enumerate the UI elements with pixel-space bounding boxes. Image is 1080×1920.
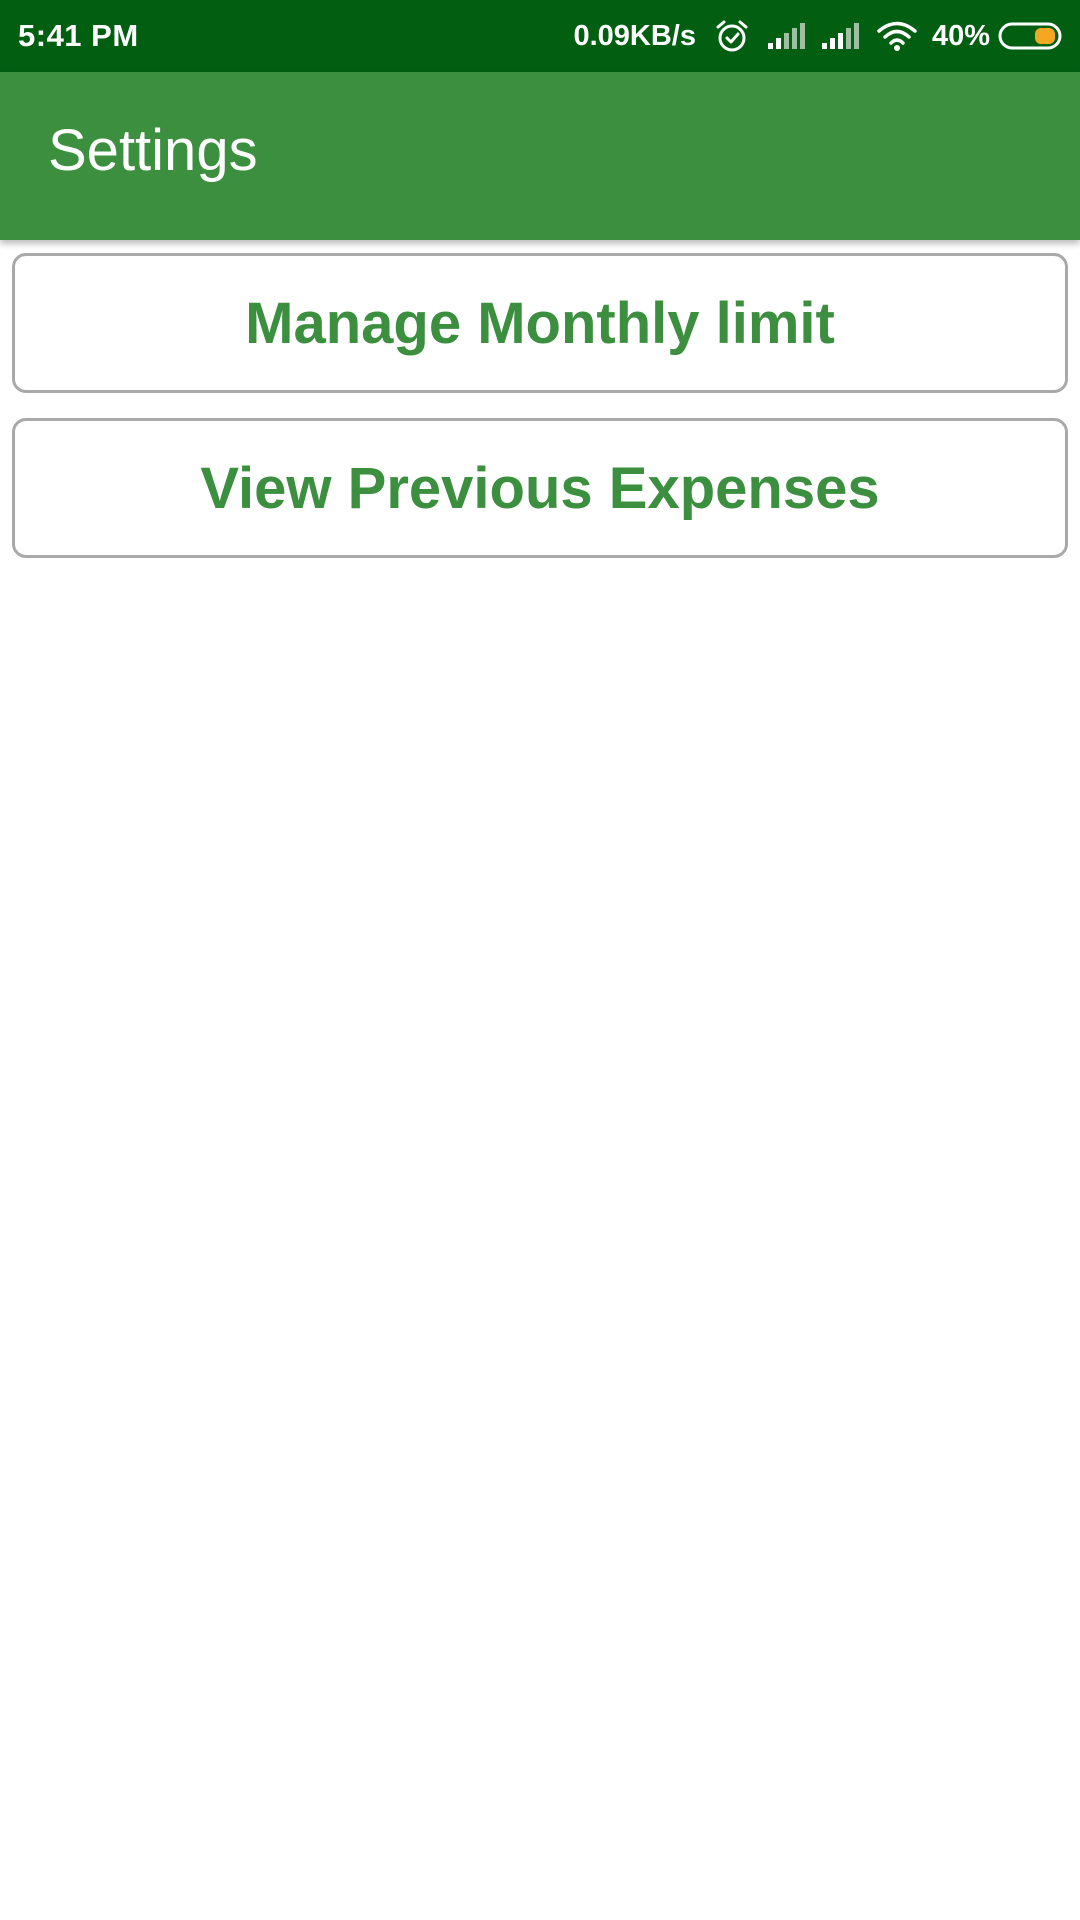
status-time: 5:41 PM [18, 18, 139, 53]
signal-icon [766, 21, 806, 51]
battery-percent: 40% [931, 19, 990, 52]
network-speed: 0.09KB/s [573, 19, 696, 52]
signal-icon [820, 21, 860, 51]
battery-icon [998, 21, 1064, 51]
alarm-icon [714, 18, 750, 54]
view-previous-expenses-button[interactable]: View Previous Expenses [12, 418, 1068, 558]
battery-fill [1035, 28, 1055, 44]
wifi-icon [876, 20, 918, 52]
status-indicators: 0.09KB/s 40% [573, 0, 1064, 72]
page-title: Settings [48, 118, 258, 183]
manage-monthly-limit-button[interactable]: Manage Monthly limit [12, 253, 1068, 393]
app-bar: Settings [0, 72, 1080, 240]
status-bar: 5:41 PM 0.09KB/s 40% [0, 0, 1080, 72]
